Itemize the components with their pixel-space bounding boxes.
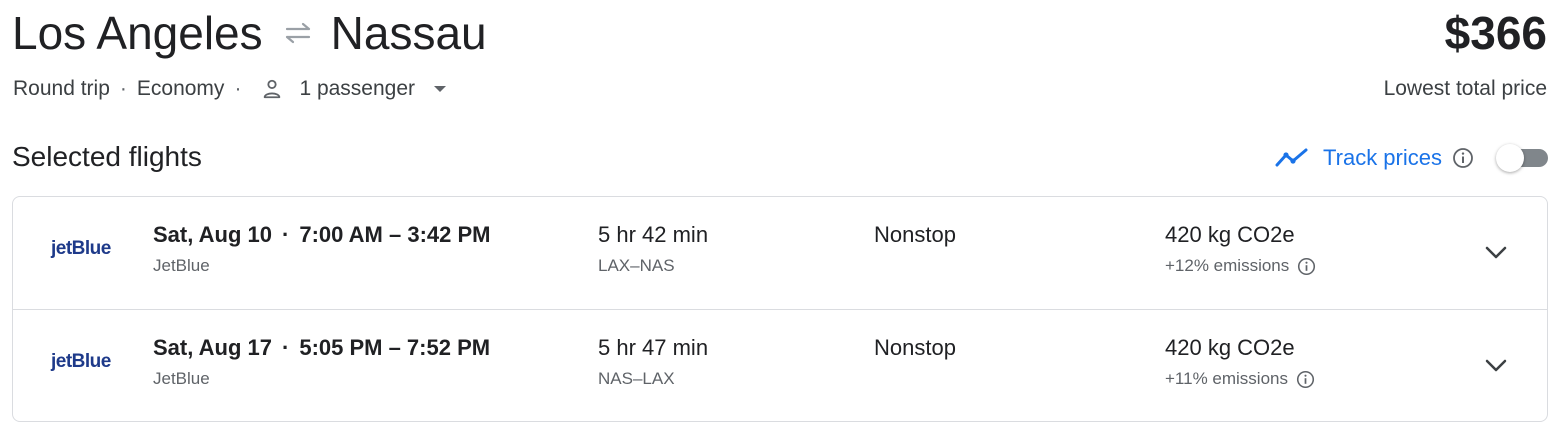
flight-date: Sat, Aug 17	[153, 335, 272, 360]
price-caption: Lowest total price	[1383, 77, 1547, 100]
person-icon	[261, 78, 283, 100]
trip-options: Round trip · Economy · 1 passenger	[13, 75, 447, 103]
trip-type: Round trip	[13, 77, 110, 100]
flight-stops: Nonstop	[874, 335, 956, 360]
flight-times: Sat, Aug 10 · 7:00 AM – 3:42 PM JetBlue	[153, 221, 490, 277]
flight-stops: Nonstop	[874, 222, 956, 247]
track-prices-label[interactable]: Track prices	[1323, 145, 1442, 171]
co2-amount: 420 kg CO2e	[1165, 222, 1295, 247]
destination-city: Nassau	[330, 7, 487, 59]
airline-name: JetBlue	[153, 256, 210, 275]
flight-duration: 5 hr 47 min	[598, 335, 709, 360]
info-icon[interactable]	[1452, 147, 1474, 169]
separator-dot: ·	[282, 222, 290, 247]
cabin-class: Economy	[136, 77, 225, 100]
chevron-down-icon[interactable]	[1481, 237, 1511, 267]
flight-times: Sat, Aug 17 · 5:05 PM – 7:52 PM JetBlue	[153, 334, 490, 390]
track-prices-toggle[interactable]	[1496, 144, 1548, 172]
section-title: Selected flights	[12, 141, 202, 172]
flight-route: LAX–NAS	[598, 256, 675, 275]
flight-emissions-cell: 420 kg CO2e +11% emissions	[1165, 334, 1315, 390]
separator-dot: ·	[119, 77, 127, 100]
flight-duration-cell: 5 hr 42 min LAX–NAS	[598, 221, 708, 277]
flight-date: Sat, Aug 10	[153, 222, 272, 247]
info-icon[interactable]	[1296, 370, 1315, 389]
flight-time-range: 5:05 PM – 7:52 PM	[299, 335, 491, 360]
flight-time-range: 7:00 AM – 3:42 PM	[299, 222, 491, 247]
airline-logo: jetBlue	[51, 238, 111, 259]
separator-dot: ·	[282, 335, 290, 360]
caret-down-icon	[433, 84, 447, 94]
passenger-count: 1 passenger	[299, 77, 416, 100]
emissions-delta: +11% emissions	[1165, 369, 1288, 388]
flight-row[interactable]: jetBlue Sat, Aug 17 · 5:05 PM – 7:52 PM Je…	[13, 309, 1547, 421]
trending-icon	[1275, 147, 1309, 169]
swap-arrows-icon	[283, 21, 313, 45]
chevron-down-icon[interactable]	[1481, 350, 1511, 380]
airline-name: JetBlue	[153, 369, 210, 388]
toggle-knob	[1496, 144, 1524, 172]
selected-flights-list: jetBlue Sat, Aug 10 · 7:00 AM – 3:42 PM Je…	[12, 196, 1548, 422]
flight-route: NAS–LAX	[598, 369, 675, 388]
track-prices: Track prices	[1275, 142, 1548, 174]
separator-dot: ·	[234, 77, 242, 100]
flight-duration-cell: 5 hr 47 min NAS–LAX	[598, 334, 708, 390]
emissions-delta: +12% emissions	[1165, 256, 1290, 275]
co2-amount: 420 kg CO2e	[1165, 335, 1295, 360]
flight-row[interactable]: jetBlue Sat, Aug 10 · 7:00 AM – 3:42 PM Je…	[13, 197, 1547, 309]
passenger-selector[interactable]: 1 passenger	[251, 75, 447, 103]
flight-summary-page: Los Angeles Nassau $366 Round trip · Eco…	[0, 0, 1568, 442]
airline-logo: jetBlue	[51, 351, 111, 372]
flight-stops-cell: Nonstop	[874, 334, 956, 362]
route-title: Los Angeles Nassau	[12, 6, 487, 60]
flight-duration: 5 hr 42 min	[598, 222, 709, 247]
flight-stops-cell: Nonstop	[874, 221, 956, 249]
info-icon[interactable]	[1297, 257, 1316, 276]
origin-city: Los Angeles	[12, 7, 263, 59]
total-price: $366	[1444, 7, 1547, 59]
flight-emissions-cell: 420 kg CO2e +12% emissions	[1165, 221, 1316, 277]
